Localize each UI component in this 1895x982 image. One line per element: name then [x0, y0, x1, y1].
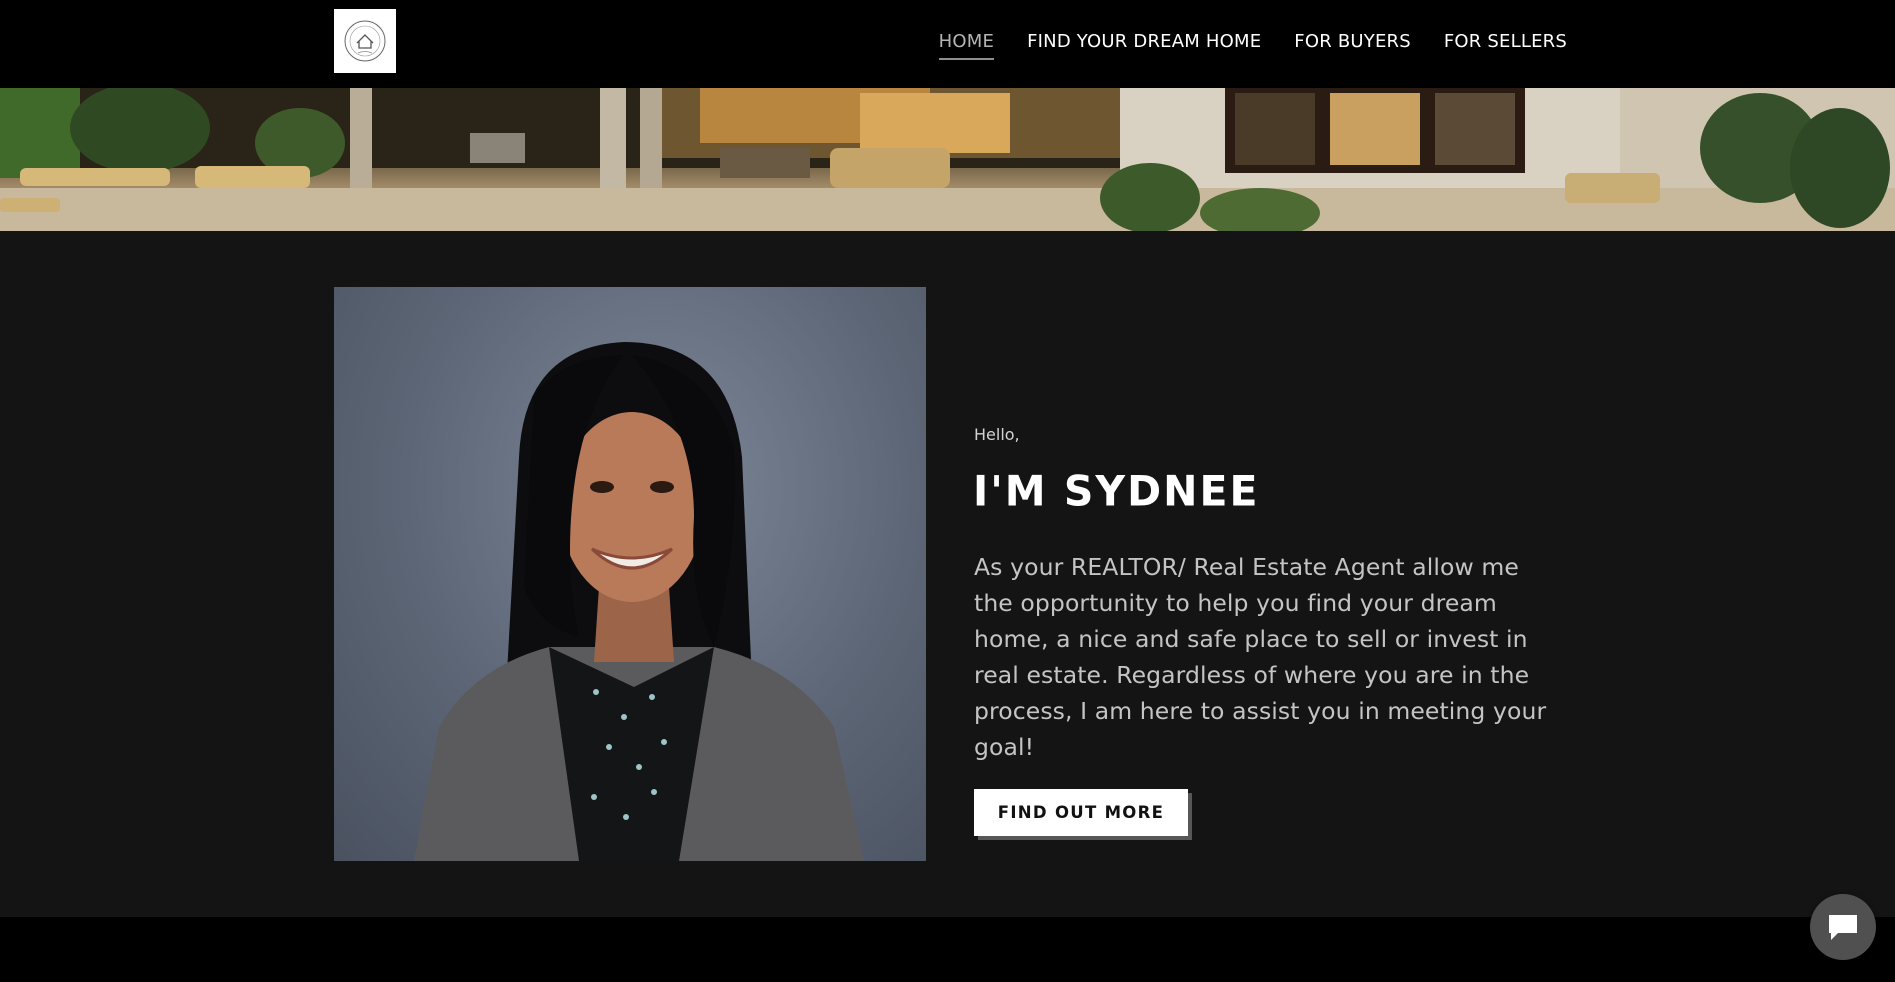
greeting-text: Hello,	[974, 425, 1020, 444]
nav-home[interactable]: HOME	[938, 27, 995, 60]
chat-widget-button[interactable]	[1810, 894, 1876, 960]
house-seal-icon	[344, 20, 386, 62]
hero-banner-image	[0, 88, 1895, 231]
agent-headshot-photo	[334, 287, 926, 861]
main-nav: HOME FIND YOUR DREAM HOME FOR BUYERS FOR…	[938, 0, 1567, 82]
chat-bubble-icon	[1829, 915, 1857, 940]
nav-find-your-dream-home[interactable]: FIND YOUR DREAM HOME	[1027, 27, 1261, 56]
nav-for-buyers[interactable]: FOR BUYERS	[1294, 27, 1411, 56]
nav-for-sellers[interactable]: FOR SELLERS	[1444, 27, 1567, 56]
site-header: HOME FIND YOUR DREAM HOME FOR BUYERS FOR…	[0, 0, 1895, 88]
bio-paragraph: As your REALTOR/ Real Estate Agent allow…	[974, 553, 1547, 761]
about-section: Hello, I'M SYDNEE As your REALTOR/ Real …	[0, 231, 1895, 917]
site-logo[interactable]	[334, 9, 396, 73]
footer-band	[0, 917, 1895, 982]
find-out-more-button[interactable]: FIND OUT MORE	[974, 789, 1188, 836]
page-title: I'M SYDNEE	[973, 466, 1260, 516]
